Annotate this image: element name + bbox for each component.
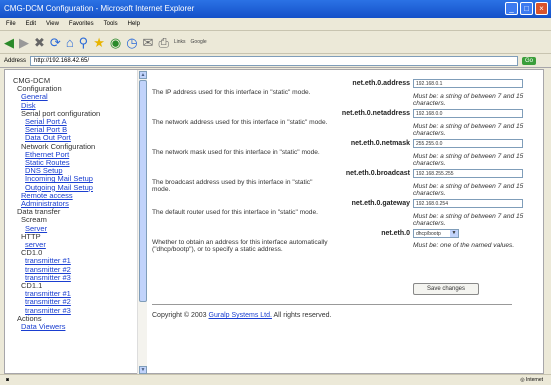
media-icon[interactable]: ◉	[110, 36, 121, 49]
field-name: net.eth.0.netaddress	[341, 110, 410, 117]
mode-select[interactable]: dhcp/bootp ▼	[413, 229, 459, 238]
netaddress-input-field[interactable]: 192.168.0.0	[413, 109, 523, 118]
address-label: Address	[4, 57, 27, 64]
address-input[interactable]: http://192.168.42.65/	[30, 55, 519, 66]
mail-icon[interactable]: ✉	[143, 36, 154, 49]
save-changes-button[interactable]: Save changes	[413, 283, 479, 295]
refresh-icon[interactable]: ⟳	[50, 36, 61, 49]
address-input-field[interactable]: 192.168.0.1	[413, 79, 523, 88]
menu-view[interactable]: View	[46, 21, 59, 27]
search-icon[interactable]: ⚲	[79, 36, 89, 49]
field-validation: Must be: a string of between 7 and 15 ch…	[413, 183, 524, 197]
field-description: The network address used for this interf…	[152, 119, 328, 126]
toolbar: ◀ ▶ ✖ ⟳ ⌂ ⚲ ★ ◉ ◷ ✉ ⎙ Links Google	[0, 31, 551, 54]
field-name: net.eth.0	[381, 230, 410, 237]
window-title: CMG-DCM Configuration - Microsoft Intern…	[4, 4, 195, 13]
menu-help[interactable]: Help	[128, 21, 140, 27]
field-name: net.eth.0.address	[352, 80, 410, 87]
netmask-input-field[interactable]: 255.255.0.0	[413, 139, 523, 148]
field-validation: Must be: a string of between 7 and 15 ch…	[413, 123, 524, 137]
close-icon[interactable]: ×	[535, 2, 548, 15]
field-description: The default router used for this interfa…	[152, 209, 318, 216]
mode-select-value: dhcp/bootp	[416, 231, 441, 237]
menu-edit[interactable]: Edit	[26, 21, 36, 27]
links-label[interactable]: Links	[174, 39, 186, 45]
chevron-down-icon[interactable]: ▼	[450, 230, 458, 237]
scroll-thumb[interactable]	[139, 80, 147, 302]
nav-data-viewers[interactable]: Data Viewers	[21, 322, 65, 331]
stop-icon[interactable]: ✖	[34, 36, 45, 49]
copyright-prefix: Copyright © 2003	[152, 312, 209, 319]
zone-label: Internet	[526, 377, 543, 383]
print-icon[interactable]: ⎙	[158, 36, 168, 49]
field-name: net.eth.0.broadcast	[345, 170, 410, 177]
field-description: Whether to obtain an address for this in…	[152, 239, 328, 254]
scroll-down-icon[interactable]: ▼	[139, 366, 147, 374]
history-icon[interactable]: ◷	[126, 36, 137, 49]
nav-scrollbar[interactable]: ▲ ▼	[137, 70, 147, 375]
back-icon[interactable]: ◀	[4, 36, 14, 49]
home-icon[interactable]: ⌂	[66, 36, 74, 49]
nav-tree: CMG-DCM Configuration General Disk Seria…	[5, 70, 137, 375]
maximize-icon[interactable]: □	[520, 2, 533, 15]
minimize-icon[interactable]: _	[505, 2, 518, 15]
scroll-up-icon[interactable]: ▲	[139, 71, 147, 79]
field-validation: Must be: a string of between 7 and 15 ch…	[413, 153, 524, 167]
field-description: The IP address used for this interface i…	[152, 89, 311, 96]
company-link[interactable]: Guralp Systems Ltd.	[209, 312, 272, 319]
gateway-input-field[interactable]: 192.168.0.254	[413, 199, 523, 208]
address-bar: Address http://192.168.42.65/ Go	[0, 54, 551, 68]
field-validation: Must be: a string of between 7 and 15 ch…	[413, 93, 524, 107]
copyright: Copyright © 2003 Guralp Systems Ltd. All…	[152, 312, 331, 319]
field-validation: Must be: a string of between 7 and 15 ch…	[413, 213, 524, 227]
broadcast-input-field[interactable]: 192.168.255.255	[413, 169, 523, 178]
copyright-suffix: All rights reserved.	[271, 312, 332, 319]
config-form: net.eth.0.address 192.168.0.1 The IP add…	[151, 70, 543, 375]
forward-icon[interactable]: ▶	[19, 36, 29, 49]
field-validation: Must be: one of the named values.	[413, 242, 515, 249]
divider	[152, 304, 512, 305]
field-name: net.eth.0.gateway	[351, 200, 410, 207]
favorites-icon[interactable]: ★	[93, 36, 105, 49]
page-viewport: CMG-DCM Configuration General Disk Seria…	[4, 69, 544, 375]
status-bar: ◙ ◎ Internet	[0, 374, 551, 385]
field-name: net.eth.0.netmask	[350, 140, 410, 147]
page-icon: ◙	[6, 377, 10, 383]
globe-icon: ◎	[520, 377, 525, 383]
menu-file[interactable]: File	[6, 21, 16, 27]
field-description: The broadcast address used by this inter…	[152, 179, 313, 194]
go-button[interactable]: Go	[522, 56, 537, 65]
zone-indicator: ◎ Internet	[520, 377, 543, 383]
field-description: The network mask used for this interface…	[152, 149, 320, 156]
window-titlebar: CMG-DCM Configuration - Microsoft Intern…	[0, 0, 551, 18]
menu-tools[interactable]: Tools	[104, 21, 118, 27]
menu-bar: File Edit View Favorites Tools Help	[0, 18, 551, 31]
menu-favorites[interactable]: Favorites	[69, 21, 94, 27]
google-toolbar[interactable]: Google	[191, 39, 207, 45]
